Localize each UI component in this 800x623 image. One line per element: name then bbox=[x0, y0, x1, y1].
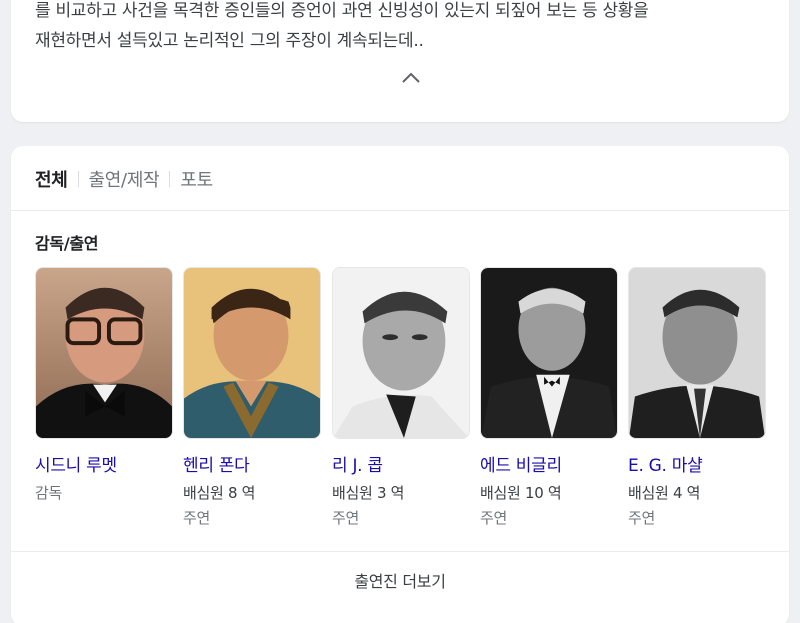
tab-all[interactable]: 전체 bbox=[35, 166, 68, 192]
person-role: 배심원 8 역 bbox=[183, 484, 256, 502]
person-card[interactable]: 에드 비글리 배심원 10 역 주연 bbox=[480, 267, 618, 528]
person-name[interactable]: 에드 비글리 bbox=[480, 451, 618, 476]
synopsis-text: 를 비교하고 사건을 목격한 증인들의 증언이 과연 신빙성이 있는지 되짚어 … bbox=[35, 0, 779, 56]
person-card[interactable]: 시드니 루멧 감독 bbox=[35, 267, 173, 503]
person-billing: 주연 bbox=[480, 509, 508, 527]
more-cast-button[interactable]: 출연진 더보기 bbox=[11, 552, 789, 608]
person-billing: 주연 bbox=[183, 509, 211, 527]
tab-photos[interactable]: 포토 bbox=[180, 166, 213, 192]
synopsis-line-1: 를 비교하고 사건을 목격한 증인들의 증언이 과연 신빙성이 있는지 되짚어 … bbox=[35, 1, 649, 21]
person-billing: 주연 bbox=[628, 509, 656, 527]
person-card[interactable]: 헨리 폰다 배심원 8 역 주연 bbox=[183, 267, 321, 528]
person-role: 배심원 10 역 bbox=[480, 484, 562, 502]
tab-bar: 전체 출연/제작 포토 bbox=[35, 164, 213, 194]
person-card[interactable]: 리 J. 콥 배심원 3 역 주연 bbox=[332, 267, 470, 528]
person-photo[interactable] bbox=[183, 267, 321, 439]
cast-card: 전체 출연/제작 포토 감독/출연 시드니 루멧 감독 헨리 폰다 배심원 8 … bbox=[11, 146, 789, 623]
chevron-up-icon[interactable] bbox=[401, 70, 421, 84]
person-name[interactable]: E. G. 마샬 bbox=[628, 451, 766, 476]
divider bbox=[11, 210, 789, 211]
person-photo[interactable] bbox=[628, 267, 766, 439]
synopsis-line-2: 재현하면서 설득있고 논리적인 그의 주장이 계속되는데.. bbox=[35, 31, 424, 51]
person-billing: 주연 bbox=[332, 509, 360, 527]
person-name[interactable]: 리 J. 콥 bbox=[332, 451, 470, 476]
person-role: 감독 bbox=[35, 484, 63, 502]
synopsis-card: 를 비교하고 사건을 목격한 증인들의 증언이 과연 신빙성이 있는지 되짚어 … bbox=[11, 0, 789, 122]
person-photo[interactable] bbox=[35, 267, 173, 439]
tab-cast-crew[interactable]: 출연/제작 bbox=[89, 166, 160, 192]
person-card[interactable]: E. G. 마샬 배심원 4 역 주연 bbox=[628, 267, 766, 528]
person-name[interactable]: 시드니 루멧 bbox=[35, 451, 173, 476]
person-role: 배심원 4 역 bbox=[628, 484, 701, 502]
person-name[interactable]: 헨리 폰다 bbox=[183, 451, 321, 476]
tab-separator bbox=[77, 171, 79, 187]
tab-separator bbox=[169, 171, 171, 187]
section-title: 감독/출연 bbox=[35, 234, 99, 253]
person-role: 배심원 3 역 bbox=[332, 484, 405, 502]
person-photo[interactable] bbox=[332, 267, 470, 439]
person-photo[interactable] bbox=[480, 267, 618, 439]
